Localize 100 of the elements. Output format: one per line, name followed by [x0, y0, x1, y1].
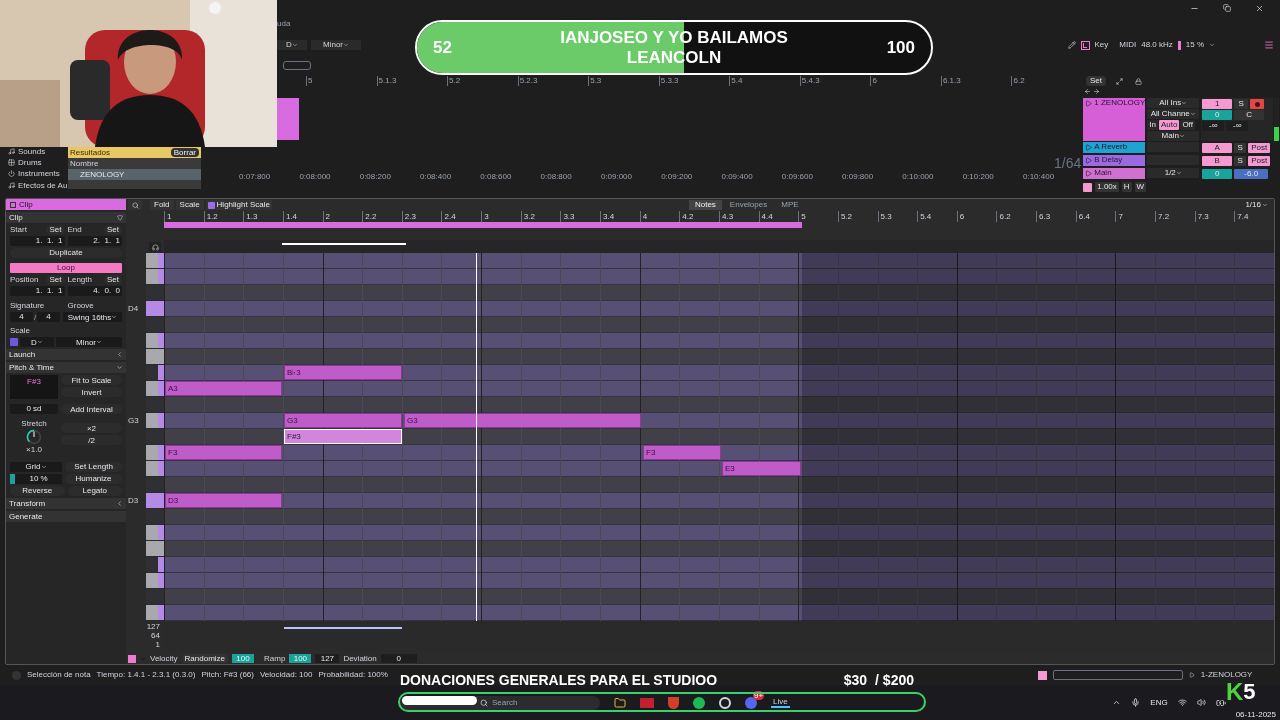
midi-button[interactable]: MIDI [1119, 40, 1137, 50]
note[interactable]: F3 [165, 445, 282, 460]
humanize-button[interactable]: Humanize [65, 473, 122, 484]
value-field[interactable]: 2. 1. 1 [67, 236, 122, 246]
tab[interactable]: MPE [775, 200, 805, 210]
mode-dropdown[interactable]: Minor [56, 337, 122, 348]
tab[interactable]: Envelopes [723, 200, 774, 210]
piano-key[interactable] [146, 381, 164, 397]
midi-clip[interactable] [277, 98, 300, 140]
section-header[interactable]: Clip [6, 212, 126, 223]
monitor-button[interactable]: Off [1180, 120, 1195, 130]
language-indicator[interactable]: ENG [1150, 697, 1168, 708]
value-field[interactable]: 4 [10, 312, 33, 323]
note[interactable]: G3 [404, 413, 641, 428]
tempo-field[interactable]: 1.00x [1095, 182, 1119, 192]
note[interactable]: A3 [165, 381, 282, 396]
piano-key[interactable] [146, 413, 164, 429]
section-header[interactable]: Generate [6, 510, 126, 522]
set-button[interactable]: Set [1086, 76, 1106, 86]
reverse-button[interactable]: Reverse [10, 485, 65, 496]
channel-dropdown[interactable]: All Channe [1147, 109, 1200, 119]
h-button[interactable]: H [1121, 182, 1132, 192]
post-button[interactable]: Post [1248, 156, 1271, 166]
note[interactable]: B♭3 [284, 365, 402, 380]
track-header[interactable]: B Delay [1083, 155, 1146, 166]
piano-key[interactable] [146, 349, 164, 365]
monitor-button[interactable]: Auto [1158, 120, 1180, 130]
piano-key[interactable] [146, 365, 164, 381]
battery-icon[interactable] [1215, 697, 1226, 708]
folder-icon[interactable] [614, 696, 626, 709]
pan-field[interactable]: C [1234, 110, 1265, 120]
randomize-button[interactable]: Randomize [181, 654, 229, 663]
add-interval-button[interactable]: Add Interval [61, 404, 122, 415]
piano-key[interactable] [146, 461, 164, 477]
value-field[interactable]: 4. 0. 0 [67, 286, 122, 296]
double-button[interactable]: ×2 [61, 423, 122, 434]
gain-field[interactable]: -6.0 [1234, 169, 1269, 179]
key-button[interactable]: Key [1094, 40, 1109, 50]
solo-button[interactable]: S [1234, 99, 1249, 109]
set-button[interactable]: Set [46, 275, 65, 285]
value-field[interactable]: 0 sd [10, 404, 58, 415]
note[interactable]: F3 [643, 445, 721, 460]
preview-button[interactable] [149, 242, 161, 252]
pencil-icon[interactable] [1067, 41, 1076, 49]
send-button[interactable]: A [1202, 143, 1233, 153]
note[interactable]: F#3 [284, 429, 402, 444]
browser-category[interactable]: Drums [18, 158, 42, 168]
shield-icon[interactable] [668, 696, 679, 709]
monitor-button[interactable]: In [1147, 120, 1158, 130]
half-button[interactable]: /2 [61, 435, 122, 446]
piano-key[interactable] [146, 573, 164, 589]
track-header[interactable]: 1 ZENOLOGY [1083, 98, 1146, 141]
grid-dropdown[interactable]: Grid [10, 461, 62, 472]
tab[interactable]: Notes [688, 200, 722, 210]
post-button[interactable]: Post [1248, 143, 1271, 153]
piano-key[interactable] [146, 333, 164, 349]
stretch-knob[interactable] [26, 428, 42, 445]
wifi-icon[interactable] [1177, 698, 1187, 707]
duplicate-button[interactable]: Duplicate [10, 248, 122, 258]
music-app-icon[interactable] [693, 696, 705, 709]
piano-key[interactable] [146, 269, 164, 285]
invert-button[interactable]: Invert [61, 387, 122, 398]
loop-button[interactable]: Loop [10, 263, 122, 273]
piano-key[interactable] [146, 557, 164, 573]
fit-to-scale-button[interactable]: Fit to Scale [61, 375, 122, 386]
forward-arrow-icon[interactable] [1093, 88, 1100, 95]
set-button[interactable]: Set [46, 225, 65, 235]
overview-handle[interactable] [283, 60, 311, 70]
chevron-up-icon[interactable] [1112, 698, 1122, 707]
scale-toggle[interactable] [10, 338, 18, 347]
value-field[interactable]: 4 [37, 312, 60, 323]
section-header[interactable]: Pitch & Time [6, 362, 126, 374]
lock-icon[interactable] [1135, 77, 1142, 85]
back-arrow-icon[interactable] [1084, 88, 1091, 95]
arm-button[interactable] [1250, 99, 1265, 109]
close-icon[interactable] [1255, 4, 1264, 13]
humanize-amount-field[interactable]: 10 % [10, 473, 62, 484]
restore-icon[interactable] [1223, 4, 1231, 12]
value-field[interactable]: 0 [380, 654, 417, 663]
taskbar-app[interactable]: Live [771, 696, 790, 709]
expand-icon[interactable] [1116, 77, 1123, 85]
grid-dropdown[interactable]: 1/16 [1245, 200, 1272, 210]
menu-item[interactable]: uda [277, 19, 291, 29]
scale-dropdown[interactable]: Minor [311, 40, 361, 50]
send-button[interactable]: B [1202, 156, 1233, 166]
solo-button[interactable]: S [1234, 156, 1247, 166]
root-dropdown[interactable]: D [20, 337, 54, 348]
menu-icon[interactable] [1264, 40, 1274, 50]
browser-category[interactable]: Instruments [18, 169, 60, 179]
piano-key[interactable] [146, 253, 164, 269]
piano-key[interactable] [146, 525, 164, 541]
note[interactable]: E3 [722, 461, 801, 476]
set-button[interactable]: Set [104, 275, 122, 285]
groove-dropdown[interactable]: Swing 16ths [63, 312, 122, 323]
browser-category[interactable]: Sounds [18, 147, 46, 157]
note[interactable]: D3 [165, 493, 282, 508]
microphone-icon[interactable] [1131, 698, 1141, 707]
set-button[interactable]: Set [104, 225, 122, 235]
cue-dropdown[interactable]: 1/2 [1147, 168, 1200, 178]
result-item[interactable]: ZENOLOGY [68, 169, 201, 180]
